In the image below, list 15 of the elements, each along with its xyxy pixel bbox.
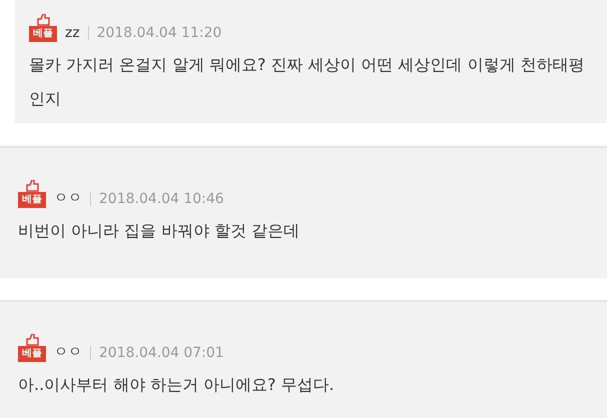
best-badge: 베플: [29, 26, 57, 42]
best-badge: 베플: [18, 346, 46, 362]
comment-author: zz: [65, 25, 80, 41]
comment-text: 비번이 아니라 집을 바꿔야 할것 같은데: [18, 220, 300, 242]
comment-author: ㅇㅇ: [54, 342, 82, 361]
thumbs-up-icon: [24, 334, 40, 346]
thumbs-up-icon: [35, 14, 51, 26]
comment-text: 아..이사부터 해야 하는거 아니에요? 무섭다.: [18, 374, 336, 396]
comment-time: 2018.04.04 10:46: [99, 190, 224, 207]
best-badge: 베플: [18, 192, 46, 208]
comment-time: 2018.04.04 11:20: [96, 25, 222, 41]
thumbs-up-icon: [24, 180, 40, 192]
comment-author: ㅇㅇ: [54, 188, 82, 207]
comment-text: 몰카 가지러 온걸지 알게 뭐에요? 진짜 세상이 어떤 세상인데 이렇게 천하태평인지: [29, 54, 586, 110]
comment-time: 2018.04.04 07:01: [99, 344, 224, 361]
